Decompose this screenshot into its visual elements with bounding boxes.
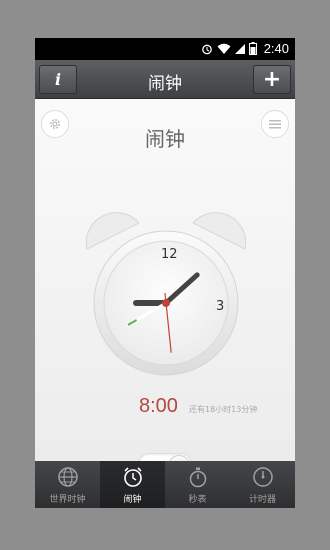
page-heading: 闹钟 (145, 127, 185, 151)
title-bar: i 闹钟 + (35, 60, 295, 99)
tab-label: 闹钟 (123, 495, 142, 505)
wifi-icon (217, 43, 231, 54)
clock-numeral-12: 12 (161, 247, 178, 262)
tab-world-clock[interactable]: 世界时钟 (35, 461, 100, 508)
clock-numeral-3: 3 (216, 299, 224, 314)
tab-label: 世界时钟 (49, 495, 86, 505)
main-content: 闹钟 12 3 8:00 还有18小时13分钟 (35, 99, 295, 477)
analog-clock: 12 3 (85, 212, 247, 376)
phone-screen: 2:40 i 闹钟 + 闹钟 12 3 8:00 还有18小时13分钟 世界时钟… (35, 38, 295, 508)
tab-label: 秒表 (188, 495, 207, 505)
timer-icon (252, 467, 273, 487)
status-bar: 2:40 (35, 38, 295, 60)
status-icons (201, 42, 257, 55)
tab-stopwatch[interactable]: 秒表 (165, 461, 230, 508)
clock-center-pin (162, 299, 170, 307)
time-remaining: 还有18小时13分钟 (189, 405, 258, 414)
battery-icon (249, 42, 257, 55)
alarm-clock-icon (123, 467, 142, 487)
status-time: 2:40 (263, 41, 289, 56)
stopwatch-icon (189, 467, 206, 488)
signal-icon (235, 43, 245, 54)
bottom-tab-bar: 世界时钟 闹钟 秒表 计时器 (35, 461, 295, 508)
tab-label: 计时器 (248, 495, 276, 505)
add-alarm-button[interactable]: + (253, 65, 291, 94)
alarm-time[interactable]: 8:00 (139, 395, 178, 418)
tab-timer[interactable]: 计时器 (230, 461, 295, 508)
alarm-icon (202, 44, 212, 54)
globe-icon (57, 467, 78, 487)
tab-alarm[interactable]: 闹钟 (100, 461, 165, 508)
plus-icon: + (262, 67, 282, 92)
